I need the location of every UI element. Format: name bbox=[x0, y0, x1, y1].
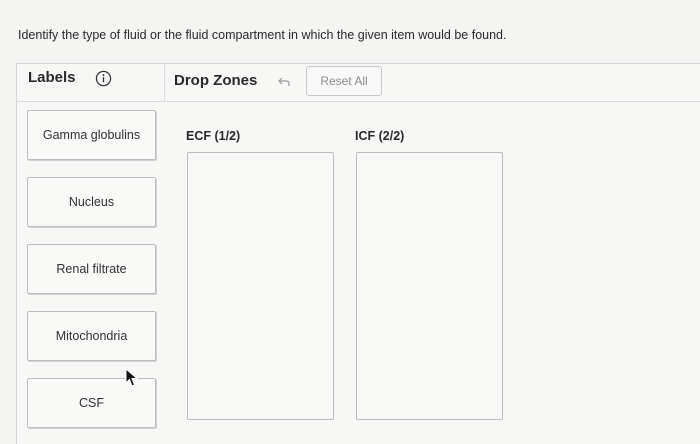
label-card-renal-filtrate[interactable]: Renal filtrate bbox=[27, 244, 156, 294]
undo-icon[interactable] bbox=[277, 76, 291, 88]
drop-zone-icf[interactable] bbox=[356, 152, 503, 420]
label-card-mitochondria[interactable]: Mitochondria bbox=[27, 311, 156, 361]
reset-all-button[interactable]: Reset All bbox=[306, 66, 382, 96]
instructions-text: Identify the type of fluid or the fluid … bbox=[18, 28, 507, 42]
header-divider bbox=[164, 63, 165, 101]
label-card-gamma-globulins[interactable]: Gamma globulins bbox=[27, 110, 156, 160]
drop-zones-title: Drop Zones bbox=[174, 72, 258, 89]
drop-zone-ecf[interactable] bbox=[187, 152, 334, 420]
mouse-pointer-icon bbox=[125, 368, 139, 387]
labels-title: Labels bbox=[28, 69, 76, 86]
drop-zone-label-ecf: ECF (1/2) bbox=[186, 129, 241, 143]
drop-zone-label-icf: ICF (2/2) bbox=[355, 129, 405, 143]
label-card-nucleus[interactable]: Nucleus bbox=[27, 177, 156, 227]
info-icon[interactable] bbox=[95, 70, 112, 87]
